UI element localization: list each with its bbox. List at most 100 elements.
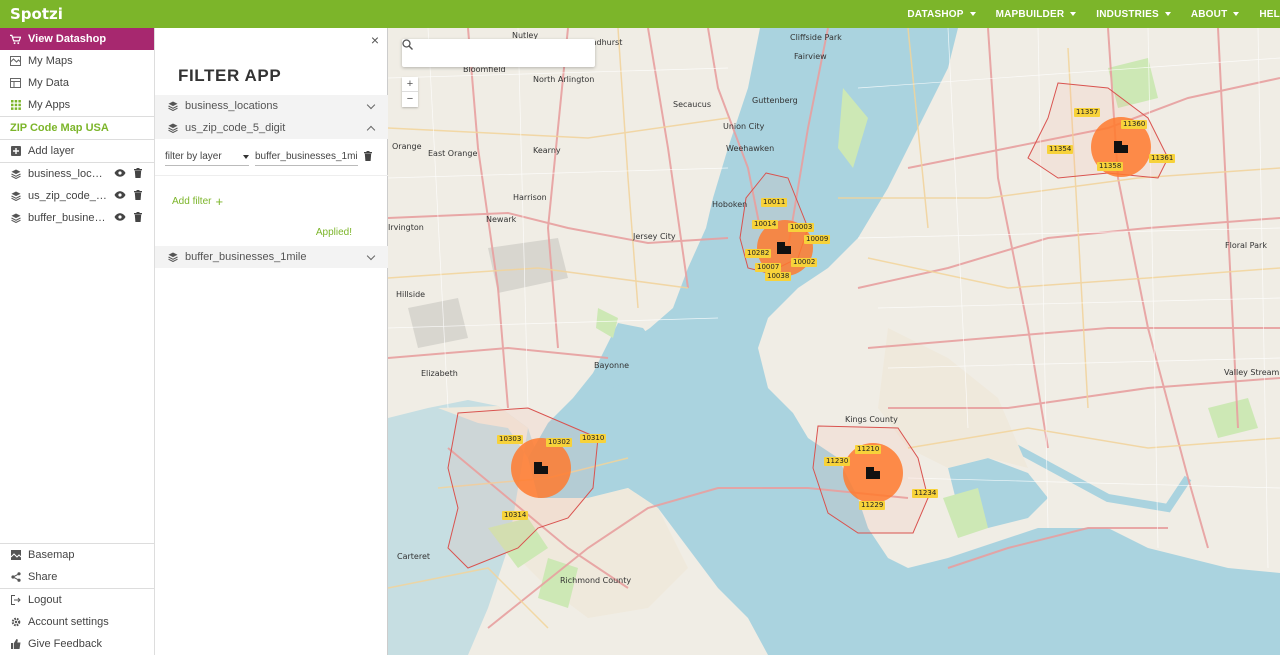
logout-icon (10, 595, 21, 606)
view-datashop-button[interactable]: View Datashop (0, 28, 154, 50)
nav-help[interactable]: HEL (1249, 0, 1280, 28)
place-label: Harrison (513, 193, 547, 202)
map-icon (10, 56, 21, 67)
chevron-down-icon (366, 100, 376, 109)
close-icon[interactable]: × (371, 32, 379, 48)
layer-name: buffer_businesses_1... (28, 212, 107, 224)
filter-section-business-locations: business_locations (155, 95, 388, 117)
my-apps-link[interactable]: My Apps (0, 94, 154, 116)
layer-item[interactable]: us_zip_code_5_digit (0, 185, 154, 207)
accordion-header[interactable]: buffer_businesses_1mile (155, 246, 388, 268)
nav-mapbuilder-label: MAPBUILDER (995, 8, 1065, 20)
place-label: Valley Stream (1224, 368, 1280, 377)
zip-label: 10302 (546, 438, 573, 447)
filter-type-value: filter by layer (165, 151, 222, 162)
account-settings-button[interactable]: Account settings (0, 611, 155, 633)
zip-label: 11229 (859, 501, 886, 510)
layer-item[interactable]: business_locations (0, 163, 154, 185)
accordion-header[interactable]: us_zip_code_5_digit (155, 117, 388, 139)
plus-square-icon (10, 146, 21, 157)
layers-icon (167, 252, 178, 263)
nav-mapbuilder[interactable]: MAPBUILDER (986, 0, 1087, 28)
share-button[interactable]: Share (0, 566, 155, 588)
caret-down-icon (1233, 12, 1240, 16)
trash-icon[interactable] (134, 189, 142, 203)
map-title[interactable]: ZIP Code Map USA (0, 117, 154, 139)
zip-label: 11354 (1047, 145, 1074, 154)
trash-icon[interactable] (134, 211, 142, 225)
zip-label: 10282 (745, 249, 772, 258)
gear-icon (10, 617, 21, 628)
zoom-control: + − (402, 77, 418, 107)
map-canvas[interactable]: Nutley Bloomfield North Arlington Secauc… (388, 28, 1280, 655)
place-label: Irvington (388, 223, 424, 232)
account-settings-label: Account settings (28, 616, 109, 628)
eye-icon[interactable] (114, 212, 126, 224)
add-filter-button[interactable]: Add filter + (155, 194, 388, 209)
add-layer-button[interactable]: Add layer (0, 140, 154, 162)
zip-label: 11361 (1149, 154, 1176, 163)
map-search-input[interactable] (402, 39, 595, 67)
zip-label: 10314 (502, 511, 529, 520)
logout-button[interactable]: Logout (0, 589, 155, 611)
place-label: Carteret (397, 552, 431, 561)
place-label: Guttenberg (752, 96, 798, 105)
zoom-out-button[interactable]: − (402, 92, 418, 107)
give-feedback-button[interactable]: Give Feedback (0, 633, 155, 655)
place-label: East Orange (428, 149, 478, 158)
place-label: Weehawken (726, 144, 775, 153)
nav-datashop[interactable]: DATASHOP (897, 0, 985, 28)
eye-icon[interactable] (114, 168, 126, 180)
layers-icon (10, 213, 21, 224)
sidebar: View Datashop My Maps My Data My Apps ZI… (0, 28, 155, 655)
zip-label: 10038 (765, 272, 792, 281)
my-data-link[interactable]: My Data (0, 72, 154, 94)
main-menu: DATASHOP MAPBUILDER INDUSTRIES ABOUT HEL (897, 0, 1280, 28)
add-layer-label: Add layer (28, 145, 75, 157)
zip-label: 10014 (752, 220, 779, 229)
top-navigation-bar: Spotzi DATASHOP MAPBUILDER INDUSTRIES AB… (0, 0, 1280, 28)
filter-type-select[interactable]: filter by layer (165, 148, 249, 166)
thumbs-up-icon (10, 639, 21, 650)
caret-down-icon (1070, 12, 1077, 16)
spotzi-logo[interactable]: Spotzi (0, 5, 200, 23)
place-label: Newark (486, 215, 517, 224)
share-icon (10, 572, 21, 583)
basemap-icon (10, 550, 21, 561)
add-filter-label: Add filter (172, 196, 212, 207)
chevron-up-icon (366, 125, 376, 134)
trash-icon[interactable] (364, 150, 372, 164)
basemap-button[interactable]: Basemap (0, 544, 155, 566)
plus-icon: + (215, 194, 224, 209)
place-label: Secaucus (673, 100, 712, 109)
logout-label: Logout (28, 594, 62, 606)
layers-icon (10, 169, 21, 180)
zip-label: 10303 (497, 435, 524, 444)
accordion-header[interactable]: business_locations (155, 95, 388, 117)
nav-industries[interactable]: INDUSTRIES (1086, 0, 1181, 28)
give-feedback-label: Give Feedback (28, 638, 102, 650)
caret-down-icon (1164, 12, 1171, 16)
filter-layer-select[interactable]: buffer_businesses_1mile (255, 148, 358, 166)
layers-icon (10, 191, 21, 202)
zip-label: 11358 (1097, 162, 1124, 171)
caret-down-icon (243, 154, 249, 159)
chevron-down-icon (366, 251, 376, 260)
place-label: Orange (392, 142, 422, 151)
eye-icon[interactable] (114, 190, 126, 202)
basemap-label: Basemap (28, 549, 75, 561)
trash-icon[interactable] (134, 167, 142, 181)
filter-section-zip-codes: us_zip_code_5_digit filter by layer buff… (155, 117, 388, 238)
nav-about[interactable]: ABOUT (1181, 0, 1250, 28)
layer-actions (114, 189, 154, 203)
place-label: Richmond County (560, 576, 632, 585)
data-icon (10, 78, 21, 89)
layer-item[interactable]: buffer_businesses_1... (0, 207, 154, 229)
my-maps-link[interactable]: My Maps (0, 50, 154, 72)
place-label: North Arlington (533, 75, 595, 84)
share-label: Share (28, 571, 58, 583)
place-label: Fairview (794, 52, 827, 61)
place-label: Hoboken (712, 200, 748, 209)
zoom-in-button[interactable]: + (402, 77, 418, 92)
zip-label: 10011 (761, 198, 788, 207)
